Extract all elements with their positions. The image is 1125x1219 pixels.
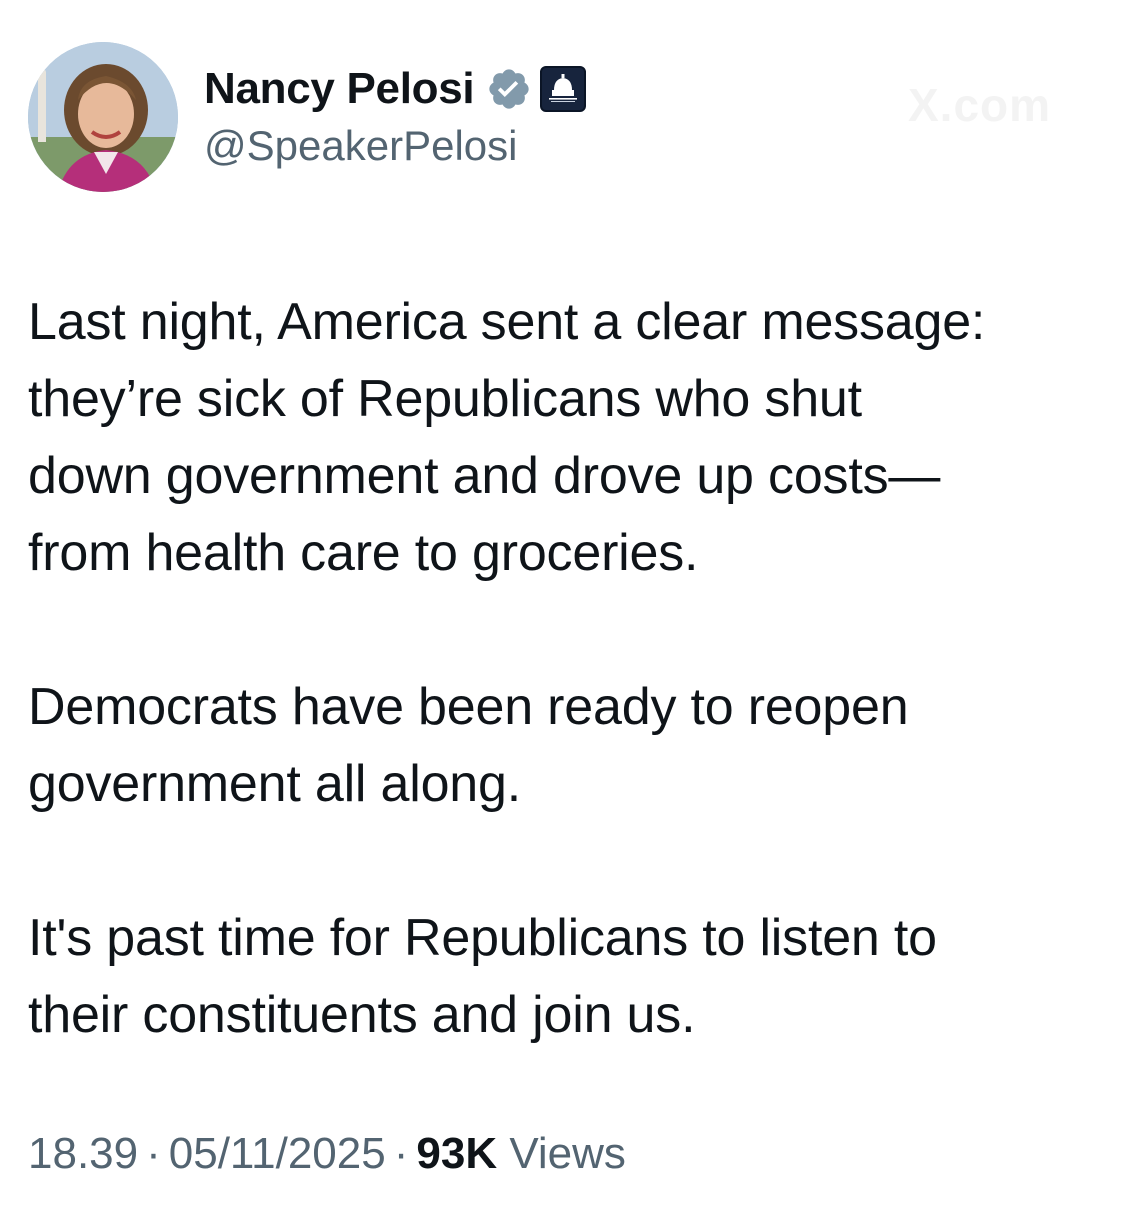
- display-name[interactable]: Nancy Pelosi: [204, 62, 475, 116]
- author-identity: Nancy Pelosi @SpeakerPelosi: [204, 62, 904, 172]
- tweet-text: Last night, America sent a clear message…: [28, 284, 1103, 1054]
- tweet-date[interactable]: 05/11/2025: [169, 1129, 386, 1178]
- tweet-header: Nancy Pelosi @SpeakerPelosi X.com: [28, 42, 1088, 194]
- verified-badge-icon[interactable]: [486, 66, 532, 112]
- views-label: Views: [509, 1129, 626, 1178]
- author-handle[interactable]: @SpeakerPelosi: [204, 120, 904, 172]
- views-count[interactable]: 93K: [416, 1129, 497, 1178]
- watermark: X.com: [908, 79, 1052, 131]
- tweet-meta: 18.39 · 05/11/2025 · 93K Views: [28, 1124, 626, 1184]
- avatar-image: [28, 42, 178, 192]
- tweet-paragraph: Democrats have been ready to reopen gove…: [28, 678, 909, 813]
- capitol-dome-icon[interactable]: [540, 66, 587, 112]
- tweet-paragraph: Last night, America sent a clear message…: [28, 293, 986, 582]
- tweet-time[interactable]: 18.39: [28, 1129, 138, 1178]
- avatar[interactable]: [28, 42, 178, 192]
- tweet-paragraph: It's past time for Republicans to listen…: [28, 909, 937, 1044]
- meta-separator: ·: [146, 1129, 161, 1178]
- meta-separator: ·: [393, 1129, 409, 1178]
- name-row: Nancy Pelosi: [204, 62, 904, 116]
